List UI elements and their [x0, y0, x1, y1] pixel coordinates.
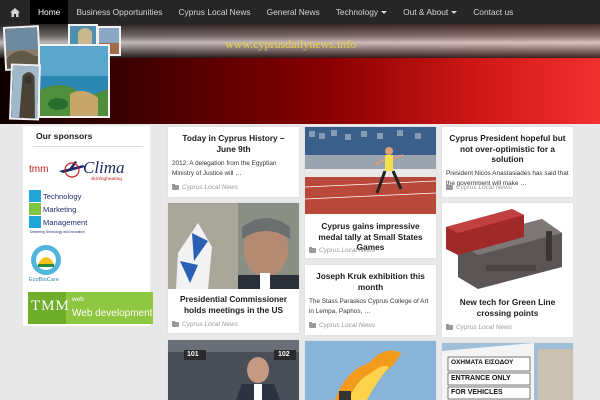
seat-number-label: 102 — [278, 351, 290, 358]
article-category[interactable]: Cyprus Local News — [309, 321, 375, 329]
article-category[interactable]: Cyprus Local News — [172, 320, 238, 328]
folder-icon — [309, 246, 316, 253]
banner-photo-statue — [9, 63, 41, 121]
sponsor-logo-text: Web development — [72, 308, 153, 319]
article-category-label: Cyprus Local News — [319, 247, 375, 254]
folder-icon — [172, 320, 179, 327]
sponsor-logo-technology-marketing-management[interactable]: Technology Marketing Management Deliveri… — [28, 190, 108, 236]
article-image[interactable] — [305, 341, 436, 400]
nav-item-label: General News — [266, 7, 320, 17]
banner-site-url: www.cyprusdailynews.info — [225, 37, 357, 51]
article-title[interactable]: Presidential Commissioner holds meetings… — [168, 294, 299, 315]
nav-item-label: Out & About — [403, 7, 449, 17]
article-category-label: Cyprus Local News — [182, 184, 238, 191]
nav-item-label: Cyprus Local News — [178, 7, 251, 17]
article-category[interactable]: Cyprus Local News — [446, 323, 512, 331]
banner-photo-coast — [38, 44, 110, 118]
nav-item-technology[interactable]: Technology — [328, 0, 395, 24]
nav-item-out-about[interactable]: Out & About — [395, 0, 465, 24]
article-category-label: Cyprus Local News — [182, 321, 238, 328]
nav-item-label: Home — [38, 7, 61, 17]
article-image[interactable] — [442, 203, 573, 291]
sign-text: ΟΧΗΜΑΤΑ ΕΙΣΟΔΟΥ — [451, 359, 514, 366]
article-card[interactable]: Cyprus President hopeful but not over-op… — [442, 127, 573, 197]
sponsor-logo-text: Management — [43, 218, 88, 227]
sponsor-logo-text: web — [72, 296, 84, 303]
article-category[interactable]: Cyprus Local News — [446, 183, 512, 191]
article-card[interactable] — [305, 341, 436, 400]
divider — [33, 146, 143, 147]
article-category[interactable]: Cyprus Local News — [172, 183, 238, 191]
caret-down-icon — [381, 10, 388, 14]
home-icon[interactable] — [0, 0, 30, 24]
folder-icon — [309, 321, 316, 328]
sponsor-logo-text: tmm — [29, 164, 49, 175]
nav-item-label: Technology — [335, 7, 379, 17]
article-card[interactable]: New tech for Green Line crossing points … — [442, 203, 573, 337]
sign-text: ENTRANCE ONLY — [451, 375, 511, 382]
tmm-mark-icon — [29, 190, 41, 228]
article-category[interactable]: Cyprus Local News — [309, 246, 375, 254]
article-card[interactable]: Joseph Kruk exhibition this month The St… — [305, 265, 436, 335]
sponsor-logo-text: Delivering Technology and Innovation — [30, 230, 85, 234]
top-nav: Home Business Opportunities Cyprus Local… — [0, 0, 600, 24]
caret-down-icon — [451, 10, 458, 14]
article-card[interactable]: Cyprus gains impressive medal tally at S… — [305, 127, 436, 258]
article-category-label: Cyprus Local News — [319, 322, 375, 329]
sponsor-logo-tmm-clima[interactable]: tmm Clima skirtingheating — [29, 157, 137, 185]
article-category-label: Cyprus Local News — [456, 184, 512, 191]
sign-text: FOR VEHICLES — [451, 389, 503, 396]
sponsor-logo-ecobiocare[interactable]: EcoBioCare — [29, 244, 63, 286]
article-card[interactable]: Today in Cyprus History – June 9th 2012:… — [168, 127, 299, 197]
folder-icon — [446, 323, 453, 330]
sponsors-title: Our sponsors — [36, 131, 93, 141]
nav-item-home[interactable]: Home — [30, 0, 69, 24]
sponsor-logo-text: EcoBioCare — [29, 277, 59, 283]
sponsors-widget: Our sponsors tmm Clima skirtingheating T… — [23, 126, 153, 326]
folder-icon — [446, 183, 453, 190]
nav-item-label: Contact us — [473, 7, 514, 17]
article-card[interactable]: Presidential Commissioner holds meetings… — [168, 203, 299, 333]
article-card[interactable]: 101 102 — [168, 340, 299, 400]
article-image[interactable] — [168, 340, 299, 400]
article-title[interactable]: Cyprus President hopeful but not over-op… — [442, 127, 573, 165]
folder-icon — [172, 183, 179, 190]
sponsor-logo-text: TMM — [31, 298, 70, 314]
article-title[interactable]: Joseph Kruk exhibition this month — [305, 265, 436, 292]
nav-item-contact-us[interactable]: Contact us — [465, 0, 521, 24]
nav-item-general-news[interactable]: General News — [259, 0, 328, 24]
nav-item-business-opportunities[interactable]: Business Opportunities — [68, 0, 170, 24]
article-card[interactable]: ΟΧΗΜΑΤΑ ΕΙΣΟΔΟΥ ENTRANCE ONLY FOR VEHICL… — [442, 343, 573, 400]
sponsor-logo-text: Clima — [83, 158, 125, 177]
article-image[interactable] — [305, 127, 436, 214]
article-image[interactable] — [168, 203, 299, 289]
sponsor-logo-tmm-web-development[interactable]: TMM web Web development — [28, 292, 153, 324]
article-category-label: Cyprus Local News — [456, 324, 512, 331]
article-excerpt: The Stass Paraskos Cyprus College of Art… — [309, 298, 429, 315]
article-title[interactable]: Today in Cyprus History – June 9th — [168, 127, 299, 154]
article-title[interactable]: New tech for Green Line crossing points — [442, 297, 573, 318]
ecobiocare-leaf-icon — [31, 245, 61, 275]
sponsor-logo-text: skirtingheating — [91, 177, 122, 182]
nav-item-cyprus-local-news[interactable]: Cyprus Local News — [170, 0, 258, 24]
article-excerpt: 2012: A delegation from the Egyptian Min… — [172, 160, 277, 177]
seat-number-label: 101 — [187, 351, 199, 358]
nav-item-label: Business Opportunities — [76, 7, 163, 17]
sponsor-logo-text: Marketing — [43, 205, 77, 214]
site-banner[interactable]: www.cyprusdailynews.info — [0, 24, 600, 124]
sponsor-logo-text: Technology — [43, 192, 82, 201]
